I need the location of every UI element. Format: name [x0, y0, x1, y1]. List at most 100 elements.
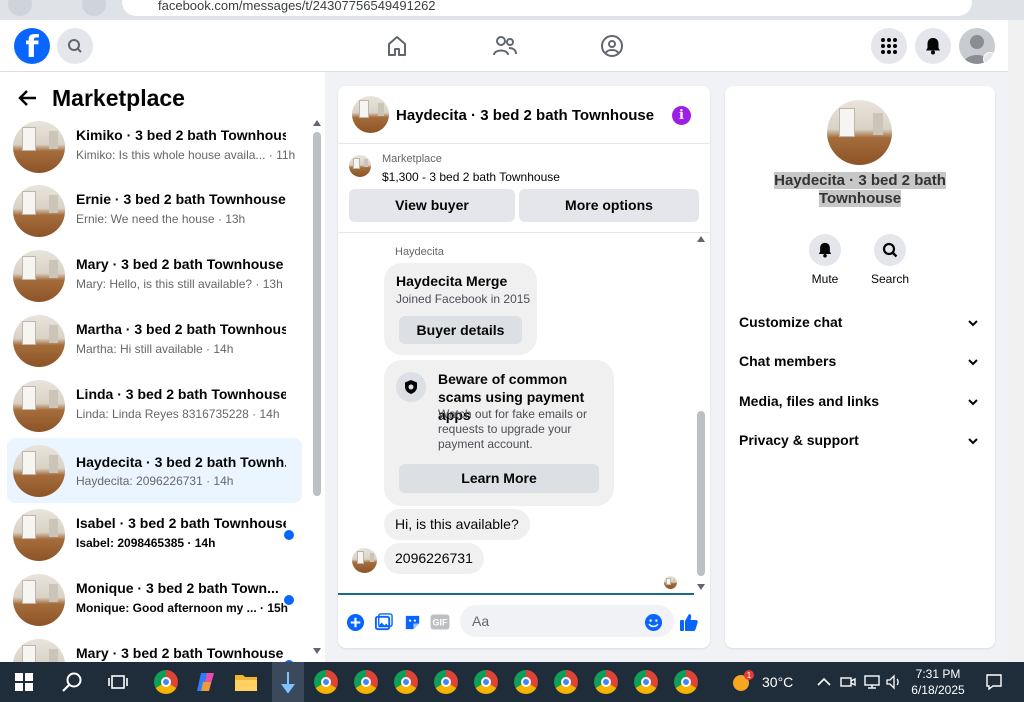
conversation-item[interactable]: Monique · 3 bed 2 bath Town... Monique: … [7, 571, 302, 629]
conversation-item[interactable]: Isabel · 3 bed 2 bath Townhouse Isabel: … [7, 506, 302, 564]
conversation-preview: Linda: Linda Reyes 8316735228 · 14h [76, 407, 280, 421]
chat-header: Haydecita · 3 bed 2 bath Townhouse i [338, 86, 710, 144]
taskbar-search-button[interactable] [58, 668, 86, 696]
like-button[interactable] [679, 612, 699, 632]
message-bubble[interactable]: 2096226731 [384, 543, 484, 574]
chat-title[interactable]: Haydecita · 3 bed 2 bath Townhouse [396, 107, 654, 124]
emoji-button[interactable] [643, 612, 663, 632]
listing-summary: Marketplace $1,300 - 3 bed 2 bath Townho… [338, 145, 710, 233]
grid-menu-icon [881, 38, 897, 54]
section-label: Privacy & support [739, 432, 859, 448]
more-options-button[interactable]: More options [519, 189, 699, 222]
clock-time: 7:31 PM [915, 667, 961, 681]
notification-center-icon [986, 674, 1002, 691]
network-icon [864, 675, 880, 689]
privacy-support-section[interactable]: Privacy & support [739, 432, 981, 452]
message-input[interactable] [460, 605, 674, 637]
conversation-preview: Martha: Hi still available · 14h [76, 342, 234, 356]
search-icon [874, 234, 906, 266]
weather-widget[interactable]: 1 [728, 668, 756, 696]
chrome-taskbar-icon[interactable] [632, 668, 660, 696]
copilot-taskbar-icon[interactable] [192, 668, 220, 696]
start-button[interactable] [10, 668, 38, 696]
info-icon[interactable]: i [672, 106, 691, 125]
conversation-item[interactable]: Martha · 3 bed 2 bath Townhouse Martha: … [7, 312, 302, 370]
chevron-down-icon [968, 399, 978, 406]
friends-nav-button[interactable] [491, 32, 519, 60]
chrome-taskbar-icon[interactable] [592, 668, 620, 696]
unread-dot [284, 595, 294, 605]
browser-reload-button[interactable] [82, 0, 106, 16]
listing-price-title[interactable]: $1,300 - 3 bed 2 bath Townhouse [382, 170, 560, 184]
listing-thumbnail [349, 155, 371, 177]
active-app-taskbar-icon[interactable] [272, 662, 304, 702]
view-buyer-button[interactable]: View buyer [349, 189, 515, 222]
gif-button[interactable]: GIF [430, 612, 450, 632]
conversation-name: Haydecita · 3 bed 2 bath Townh... [76, 454, 286, 470]
buyer-details-button[interactable]: Buyer details [399, 316, 522, 344]
learn-more-button[interactable]: Learn More [399, 464, 599, 493]
sticker-button[interactable] [402, 612, 422, 632]
conversation-preview: Ernie: We need the house · 13h [76, 212, 246, 226]
chrome-icon [154, 670, 178, 694]
marketplace-conversation-list: Marketplace Kimiko · 3 bed 2 bath Townho… [0, 72, 325, 662]
chat-members-section[interactable]: Chat members [739, 353, 981, 373]
chrome-taskbar-icon[interactable] [472, 668, 500, 696]
bell-icon [809, 234, 841, 266]
read-receipt-avatar [664, 576, 677, 589]
folder-icon [235, 675, 257, 691]
scrollbar-thumb[interactable] [313, 132, 321, 496]
account-avatar[interactable] [959, 28, 995, 64]
chat-thumbnail[interactable] [352, 96, 389, 133]
search-action[interactable]: Search [860, 234, 920, 286]
facebook-logo[interactable]: f [14, 28, 50, 64]
chrome-icon [434, 670, 458, 694]
address-bar[interactable]: facebook.com/messages/t/2430775654949126… [122, 0, 972, 16]
notifications-button[interactable] [915, 28, 951, 64]
conversation-item[interactable]: Ernie · 3 bed 2 bath Townhouse Ernie: We… [7, 182, 302, 240]
more-actions-button[interactable] [345, 612, 365, 632]
customize-chat-section[interactable]: Customize chat [739, 314, 981, 334]
scroll-up-arrow[interactable] [313, 120, 321, 126]
file-explorer-taskbar-icon[interactable] [232, 668, 260, 696]
chrome-taskbar-icon[interactable] [432, 668, 460, 696]
scroll-down-arrow[interactable] [697, 584, 705, 590]
chrome-taskbar-icon[interactable] [512, 668, 540, 696]
chrome-taskbar-icon[interactable] [672, 668, 700, 696]
message-thread-scrollbar[interactable] [695, 236, 707, 590]
task-view-icon [108, 675, 128, 689]
menu-button[interactable] [871, 28, 907, 64]
conversation-item[interactable]: Kimiko · 3 bed 2 bath Townhouse Kimiko: … [7, 118, 302, 176]
conversation-list-scrollbar[interactable] [311, 120, 323, 660]
back-arrow-icon[interactable] [18, 88, 38, 108]
scroll-down-arrow[interactable] [313, 648, 321, 654]
message-bubble[interactable]: Hi, is this available? [384, 509, 530, 540]
search-button[interactable] [57, 28, 93, 64]
section-label: Chat members [739, 353, 837, 369]
browser-back-button[interactable] [8, 0, 32, 16]
chrome-taskbar-icon[interactable] [352, 668, 380, 696]
chrome-taskbar-icon[interactable] [552, 668, 580, 696]
chrome-taskbar-icon[interactable] [312, 668, 340, 696]
page-scrollbar[interactable] [1008, 20, 1024, 662]
home-nav-button[interactable] [383, 32, 411, 60]
conversation-item[interactable]: Mary · 3 bed 2 bath Townhouse [7, 636, 302, 662]
media-files-links-section[interactable]: Media, files and links [739, 393, 981, 413]
section-label: Media, files and links [739, 393, 880, 409]
task-view-button[interactable] [104, 668, 132, 696]
groups-nav-button[interactable] [598, 32, 626, 60]
mute-action[interactable]: Mute [795, 234, 855, 286]
system-clock[interactable]: 7:31 PM 6/18/2025 [900, 666, 976, 698]
conversation-preview: Monique: Good afternoon my ... · 15h [76, 601, 288, 615]
conversation-item[interactable]: Linda · 3 bed 2 bath Townhouse Linda: Li… [7, 377, 302, 435]
notification-center-button[interactable] [980, 668, 1008, 696]
scroll-up-arrow[interactable] [697, 236, 705, 242]
search-label: Search [870, 272, 910, 286]
scrollbar-thumb[interactable] [697, 411, 705, 576]
chrome-taskbar-icon[interactable] [152, 668, 180, 696]
attach-photo-button[interactable] [373, 612, 393, 632]
conversation-item[interactable]: Mary · 3 bed 2 bath Townhouse Mary: Hell… [7, 247, 302, 305]
conversation-item-active[interactable]: Haydecita · 3 bed 2 bath Townh... Haydec… [7, 438, 302, 503]
chevron-down-icon [968, 359, 978, 366]
chrome-taskbar-icon[interactable] [392, 668, 420, 696]
